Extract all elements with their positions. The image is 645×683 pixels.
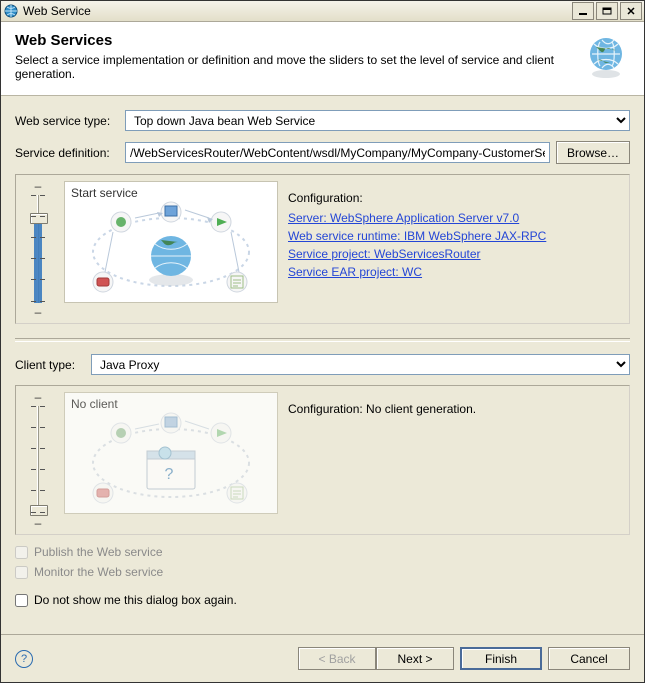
- service-project-link[interactable]: Service project: WebServicesRouter: [288, 247, 481, 261]
- client-section: – – No client: [15, 385, 630, 535]
- service-section: – – Start service: [15, 174, 630, 324]
- client-config-text: Configuration: No client generation.: [288, 402, 623, 416]
- next-button[interactable]: Next >: [376, 647, 454, 670]
- client-type-select[interactable]: Java Proxy: [91, 354, 630, 375]
- runtime-link[interactable]: Web service runtime: IBM WebSphere JAX-R…: [288, 229, 546, 243]
- monitor-label: Monitor the Web service: [34, 565, 163, 579]
- slider-bottom-icon: –: [35, 307, 42, 317]
- monitor-checkbox-row: Monitor the Web service: [15, 565, 630, 579]
- app-icon: [3, 3, 19, 19]
- cancel-button[interactable]: Cancel: [548, 647, 630, 670]
- web-service-type-label: Web service type:: [15, 114, 119, 128]
- server-link[interactable]: Server: WebSphere Application Server v7.…: [288, 211, 519, 225]
- web-service-type-select[interactable]: Top down Java bean Web Service: [125, 110, 630, 131]
- browse-button[interactable]: Browse…: [556, 141, 630, 164]
- page-title: Web Services: [15, 32, 574, 49]
- finish-button[interactable]: Finish: [460, 647, 542, 670]
- page-subtitle: Select a service implementation or defin…: [15, 53, 574, 81]
- client-illustration: No client ?: [64, 392, 278, 514]
- service-level-slider[interactable]: – –: [22, 181, 54, 317]
- minimize-button[interactable]: [572, 2, 594, 20]
- dont-show-label: Do not show me this dialog box again.: [34, 593, 237, 607]
- window-title: Web Service: [23, 4, 570, 18]
- publish-checkbox-row: Publish the Web service: [15, 545, 630, 559]
- dont-show-checkbox-row: Do not show me this dialog box again.: [15, 593, 630, 607]
- client-type-label: Client type:: [15, 358, 85, 372]
- titlebar: Web Service: [1, 1, 644, 22]
- publish-label: Publish the Web service: [34, 545, 163, 559]
- service-ear-link[interactable]: Service EAR project: WC: [288, 265, 422, 279]
- close-button[interactable]: [620, 2, 642, 20]
- service-config: Configuration: Server: WebSphere Applica…: [288, 181, 623, 317]
- header-icon: [582, 32, 630, 80]
- service-definition-label: Service definition:: [15, 146, 119, 160]
- config-label: Configuration:: [288, 191, 623, 205]
- dont-show-checkbox[interactable]: [15, 594, 28, 607]
- monitor-checkbox: [15, 566, 28, 579]
- publish-checkbox: [15, 546, 28, 559]
- help-icon[interactable]: ?: [15, 650, 33, 668]
- client-config: Configuration: No client generation.: [288, 392, 623, 528]
- client-level-slider[interactable]: – –: [22, 392, 54, 528]
- wizard-window: Web Service Web Services Select a servic…: [0, 0, 645, 683]
- slider-top-icon: –: [35, 181, 42, 191]
- service-illustration: Start service: [64, 181, 278, 303]
- wizard-header: Web Services Select a service implementa…: [1, 22, 644, 96]
- svg-text:?: ?: [165, 466, 174, 483]
- service-definition-input[interactable]: [125, 142, 550, 163]
- slider-bottom-icon: –: [35, 518, 42, 528]
- maximize-button[interactable]: [596, 2, 618, 20]
- wizard-footer: ? < Back Next > Finish Cancel: [1, 634, 644, 682]
- slider-top-icon: –: [35, 392, 42, 402]
- wizard-body: Web service type: Top down Java bean Web…: [1, 96, 644, 634]
- back-button: < Back: [298, 647, 376, 670]
- section-divider: [15, 338, 630, 342]
